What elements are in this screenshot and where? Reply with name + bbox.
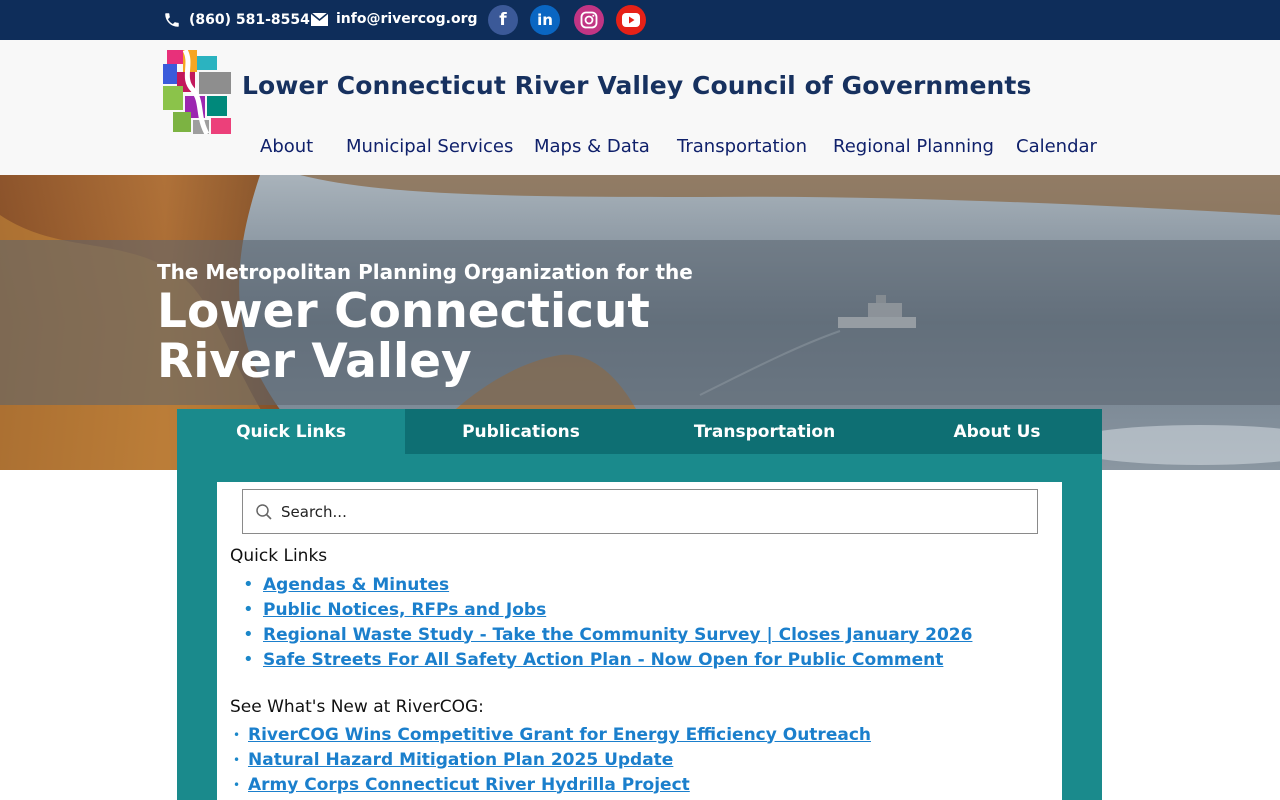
tab-content: Quick Links • Agendas & Minutes • Public N… (217, 482, 1062, 800)
quick-links-heading: Quick Links (230, 546, 328, 566)
youtube-glyph (622, 13, 640, 27)
bullet: • (233, 777, 241, 792)
instagram-icon[interactable] (574, 5, 604, 35)
bullet: • (233, 727, 241, 742)
list-item: • Public Notices, RFPs and Jobs (230, 597, 1050, 622)
hero-title: Lower Connecticut River Valley (157, 284, 650, 389)
news-list: • RiverCOG Wins Competitive Grant for Ene… (230, 722, 1050, 797)
bullet: • (243, 574, 254, 595)
linkedin-glyph: in (537, 11, 553, 29)
nav-municipal-services[interactable]: Municipal Services (346, 136, 513, 157)
list-item: • Army Corps Connecticut River Hydrilla P… (230, 772, 1050, 797)
tab-transportation[interactable]: Transportation (637, 409, 892, 454)
youtube-icon[interactable] (616, 5, 646, 35)
tab-bar: Quick Links Publications Transportation … (177, 409, 1102, 454)
nav-calendar[interactable]: Calendar (1016, 136, 1097, 157)
tab-quick-links[interactable]: Quick Links (177, 409, 405, 454)
bullet: • (243, 649, 254, 670)
news-heading: See What's New at RiverCOG: (230, 697, 484, 717)
nav-maps-data[interactable]: Maps & Data (534, 136, 650, 157)
link-regional-waste-study[interactable]: Regional Waste Study - Take the Communit… (263, 625, 972, 645)
link-news-energy-grant[interactable]: RiverCOG Wins Competitive Grant for Ener… (248, 725, 871, 745)
nav-about[interactable]: About (260, 136, 313, 157)
list-item: • Regional Waste Study - Take the Communi… (230, 622, 1050, 647)
facebook-icon[interactable]: f (488, 5, 518, 35)
site-header: Lower Connecticut River Valley Council o… (0, 40, 1280, 175)
quick-links-list: • Agendas & Minutes • Public Notices, RFPs… (230, 572, 1050, 672)
tab-about-us[interactable]: About Us (892, 409, 1102, 454)
hero-subtitle: The Metropolitan Planning Organization f… (157, 260, 693, 284)
link-agendas-minutes[interactable]: Agendas & Minutes (263, 575, 449, 595)
mail-icon (311, 12, 328, 26)
email-address: info@rivercog.org (336, 11, 478, 27)
email-contact[interactable]: info@rivercog.org (311, 11, 478, 27)
nav-regional-planning[interactable]: Regional Planning (833, 136, 994, 157)
link-news-hazard-plan[interactable]: Natural Hazard Mitigation Plan 2025 Upda… (248, 750, 673, 770)
phone-icon (165, 13, 179, 27)
bullet: • (243, 624, 254, 645)
rivercog-logo[interactable] (163, 50, 231, 134)
link-public-notices[interactable]: Public Notices, RFPs and Jobs (263, 600, 546, 620)
site-title[interactable]: Lower Connecticut River Valley Council o… (242, 71, 1031, 100)
search-box[interactable] (242, 489, 1038, 534)
contact-bar: (860) 581-8554 info@rivercog.org f in (0, 0, 1280, 40)
list-item: • Agendas & Minutes (230, 572, 1050, 597)
list-item: • Natural Hazard Mitigation Plan 2025 Upd… (230, 747, 1050, 772)
instagram-glyph (580, 11, 598, 29)
link-news-hydrilla[interactable]: Army Corps Connecticut River Hydrilla Pr… (248, 775, 690, 795)
list-item: • RiverCOG Wins Competitive Grant for Ene… (230, 722, 1050, 747)
nav-transportation[interactable]: Transportation (677, 136, 807, 157)
bullet: • (233, 752, 241, 767)
search-icon (256, 504, 272, 520)
facebook-glyph: f (499, 10, 507, 30)
linkedin-icon[interactable]: in (530, 5, 560, 35)
tab-publications[interactable]: Publications (405, 409, 637, 454)
tab-panel: Quick Links Publications Transportation … (177, 409, 1102, 800)
link-safe-streets[interactable]: Safe Streets For All Safety Action Plan … (263, 650, 943, 670)
bullet: • (243, 599, 254, 620)
phone-contact[interactable]: (860) 581-8554 (163, 11, 310, 29)
phone-number: (860) 581-8554 (189, 12, 310, 28)
list-item: • Safe Streets For All Safety Action Plan… (230, 647, 1050, 672)
search-input[interactable] (281, 490, 1021, 533)
